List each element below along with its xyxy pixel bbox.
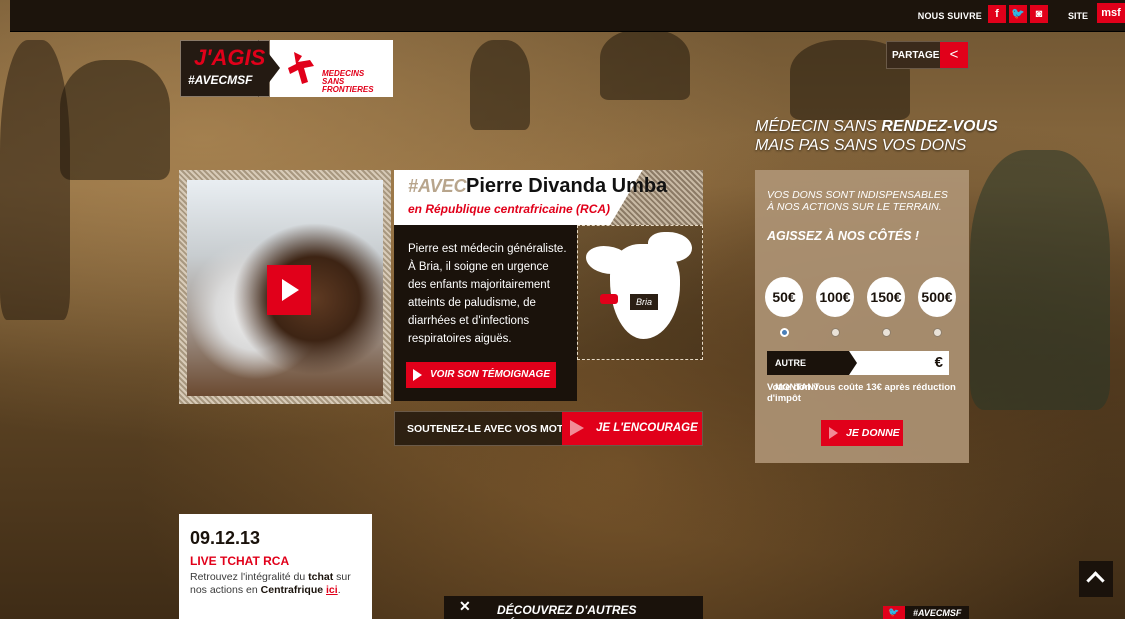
- amount-100[interactable]: 100€: [816, 277, 854, 317]
- live-date: 09.12.13: [190, 528, 261, 548]
- back-to-top-button[interactable]: [1079, 561, 1113, 597]
- amount-500[interactable]: 500€: [918, 277, 956, 317]
- discover-bar[interactable]: ✕ DÉCOUVREZ D'AUTRES MÉDECINS: [444, 596, 703, 619]
- profile-hashtag: #AVEC: [408, 176, 467, 196]
- donation-panel: VOS DONS SONT INDISPENSABLES À NOS ACTION…: [755, 170, 969, 463]
- play-icon[interactable]: [267, 265, 311, 315]
- msf-name: MEDECINS SANS FRONTIERES: [322, 69, 374, 94]
- map-shape: [610, 244, 680, 339]
- jagis-text: J'AGIS: [194, 45, 266, 70]
- live-chat-card: 09.12.13 LIVE TCHAT RCA Retrouvez l'inté…: [179, 514, 372, 619]
- currency-symbol: €: [934, 354, 943, 371]
- bio-text: Pierre est médecin généraliste. À Bria, …: [408, 243, 567, 345]
- msf-runner-icon: [288, 52, 314, 84]
- amount-50[interactable]: 50€: [765, 277, 803, 317]
- doctor-name: Pierre Divanda Umba: [466, 175, 668, 197]
- profile-bio: Pierre est médecin généraliste. À Bria, …: [394, 225, 577, 401]
- twitter-hashtag: #AVECMSF: [913, 608, 962, 618]
- radio-50[interactable]: [780, 328, 789, 337]
- share-icon: <: [940, 42, 968, 68]
- other-amount-label: AUTRE MONTANT: [767, 351, 857, 392]
- tagline: MÉDECIN SANS RENDEZ-VOUS MAIS PAS SANS V…: [755, 118, 998, 154]
- amount-150[interactable]: 150€: [867, 277, 905, 317]
- instagram-icon[interactable]: ◙: [1030, 5, 1048, 23]
- hashtag-text: #AVECMSF: [188, 73, 253, 87]
- radio-100[interactable]: [831, 328, 840, 337]
- top-bar: NOUS SUIVRE f 🐦 ◙ SITE msf: [10, 0, 1125, 32]
- discover-label: DÉCOUVREZ D'AUTRES MÉDECINS: [497, 603, 637, 619]
- radio-500[interactable]: [933, 328, 942, 337]
- video-thumbnail[interactable]: [179, 170, 391, 404]
- twitter-icon[interactable]: 🐦: [1009, 5, 1027, 23]
- tax-note: Votre don vous coûte 13€ après réduction…: [767, 382, 956, 404]
- encourage-button[interactable]: JE L'ENCOURAGE: [562, 412, 702, 445]
- encourage-label: SOUTENEZ-LE AVEC VOS MOTS: [407, 423, 571, 435]
- radio-150[interactable]: [882, 328, 891, 337]
- twitter-icon: 🐦: [883, 606, 905, 619]
- share-label: PARTAGER: [892, 50, 947, 61]
- bria-label: Bria: [630, 294, 658, 310]
- follow-label: NOUS SUIVRE: [917, 11, 982, 21]
- facebook-icon[interactable]: f: [988, 5, 1006, 23]
- profile-header: #AVEC Pierre Divanda Umba en République …: [394, 170, 703, 225]
- encourage-bar: SOUTENEZ-LE AVEC VOS MOTS JE L'ENCOURAGE: [394, 411, 703, 446]
- watch-testimony-button[interactable]: VOIR SON TÉMOIGNAGE: [406, 362, 556, 388]
- share-button[interactable]: PARTAGER <: [886, 41, 969, 69]
- live-link[interactable]: ici: [326, 584, 338, 596]
- live-body: Retrouvez l'intégralité du tchat sur nos…: [190, 571, 351, 596]
- donation-call: AGISSEZ À NOS CÔTÉS !: [767, 229, 920, 243]
- car-marker: [600, 294, 618, 304]
- donation-intro: VOS DONS SONT INDISPENSABLES À NOS ACTION…: [767, 189, 948, 213]
- twitter-hashtag-bar[interactable]: 🐦 #AVECMSF: [883, 606, 969, 619]
- donate-button[interactable]: JE DONNE: [821, 420, 903, 446]
- campaign-logo[interactable]: J'AGIS #AVECMSF MEDECINS SANS FRONTIERES: [180, 40, 393, 97]
- live-title: LIVE TCHAT RCA: [190, 554, 290, 568]
- site-label: SITE: [1067, 11, 1088, 21]
- other-amount-field[interactable]: AUTRE MONTANT €: [767, 351, 949, 392]
- msf-site-link[interactable]: msf: [1097, 3, 1125, 23]
- africa-map: Bria: [577, 225, 703, 360]
- chevron-down-icon: ✕: [459, 598, 471, 614]
- doctor-location: en République centrafricaine (RCA): [408, 202, 611, 216]
